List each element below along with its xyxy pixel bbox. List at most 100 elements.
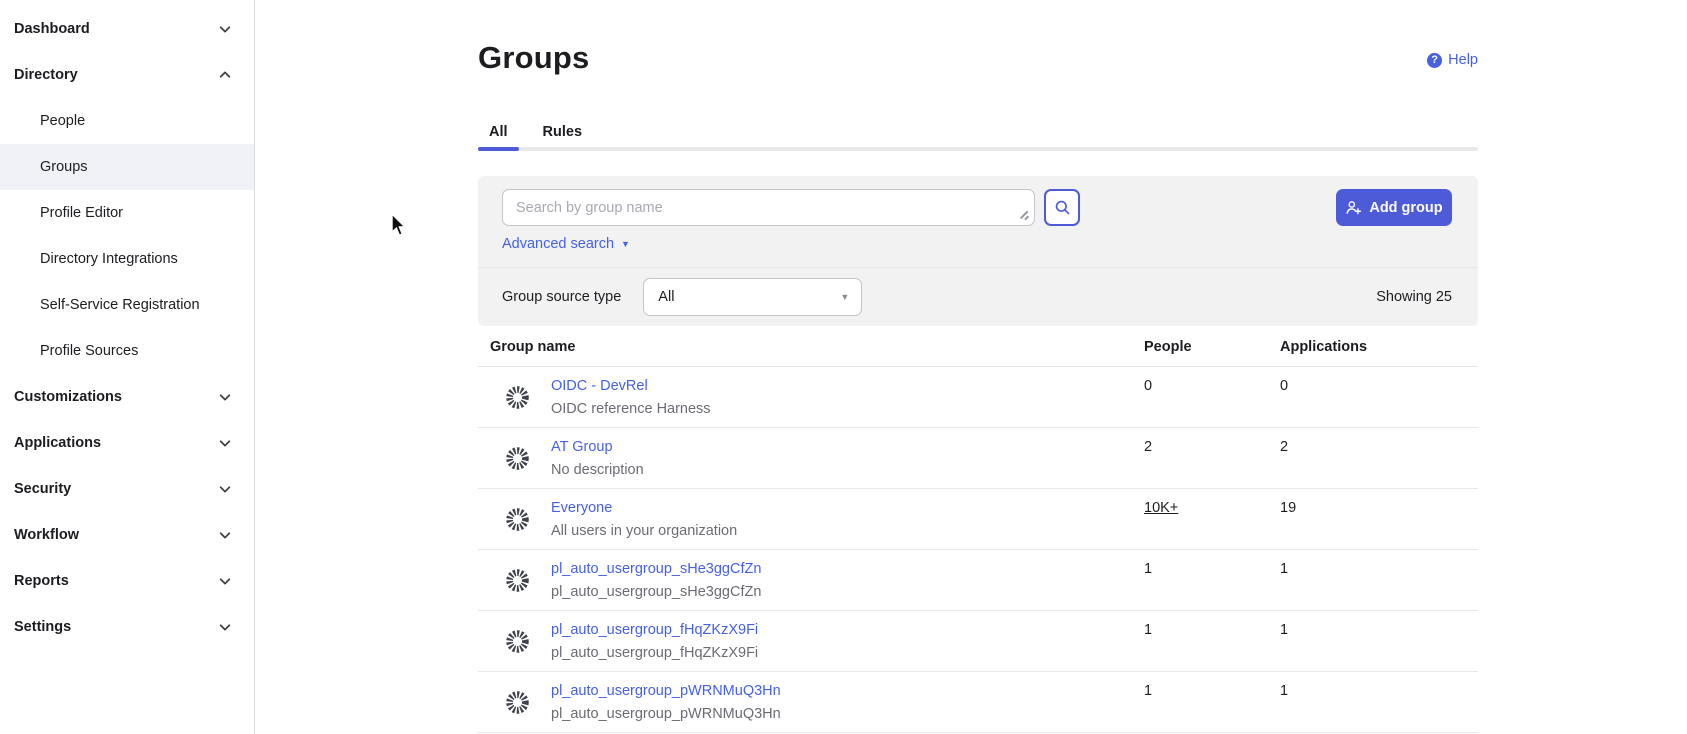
sidebar-item-label: Workflow (14, 527, 79, 543)
table-row: AT GroupNo description22 (478, 428, 1478, 489)
table-row: pl_auto_usergroup_fHqZKzX9Fi pl_auto_user… (478, 611, 1478, 672)
sidebar-item-workflow[interactable]: Workflow (0, 512, 254, 558)
sidebar-item-label: Directory (14, 67, 78, 83)
chevron-up-icon (218, 68, 232, 82)
group-icon (505, 690, 530, 715)
people-count: 1 (1144, 561, 1152, 577)
group-icon (505, 629, 530, 654)
sidebar-item-label: Reports (14, 573, 69, 589)
chevron-down-icon (218, 620, 232, 634)
group-description: pl_auto_usergroup_fHqZKzX9Fi (551, 645, 758, 661)
sidebar-item-groups[interactable]: Groups (0, 144, 254, 190)
group-name-link[interactable]: OIDC - DevRel (551, 378, 648, 394)
group-name-link[interactable]: Everyone (551, 500, 612, 516)
group-source-type-label: Group source type (502, 289, 621, 305)
people-count: 10K+ (1144, 500, 1178, 516)
tab-rules[interactable]: Rules (532, 113, 594, 151)
sidebar-item-directory[interactable]: Directory (0, 52, 254, 98)
applications-count: 19 (1280, 500, 1296, 516)
sidebar-item-customizations[interactable]: Customizations (0, 374, 254, 420)
sidebar-item-reports[interactable]: Reports (0, 558, 254, 604)
table-row: pl_auto_usergroup_sHe3ggCfZnpl_auto_user… (478, 550, 1478, 611)
help-label: Help (1448, 52, 1478, 68)
sidebar-item-label: Directory Integrations (40, 251, 178, 267)
sidebar-item-label: Groups (40, 159, 88, 175)
groups-table: Group name People Applications OIDC - De… (478, 335, 1478, 733)
group-name-link[interactable]: pl_auto_usergroup_sHe3ggCfZn (551, 561, 761, 577)
sidebar-item-label: Profile Sources (40, 343, 138, 359)
sidebar: Dashboard Directory People Groups Profile … (0, 0, 255, 734)
group-name-link[interactable]: pl_auto_usergroup_pWRNMuQ3Hn (551, 683, 781, 699)
sidebar-item-label: Self-Service Registration (40, 297, 200, 313)
table-header-row: Group name People Applications (478, 335, 1478, 367)
groups-admin-page: Dashboard Directory People Groups Profile … (0, 0, 1687, 734)
tab-bar: All Rules (478, 113, 1478, 151)
table-body: OIDC - DevRel OIDC reference Harness 0 0 AT… (478, 367, 1478, 733)
sidebar-item-profile-sources[interactable]: Profile Sources (0, 328, 254, 374)
group-icon (505, 507, 530, 532)
column-header-people: People (1144, 339, 1192, 355)
people-count: 0 (1144, 378, 1152, 394)
group-description: No description (551, 462, 644, 478)
sidebar-item-label: Settings (14, 619, 71, 635)
sidebar-item-applications[interactable]: Applications (0, 420, 254, 466)
search-section: Advanced search ▼ Add group (478, 176, 1478, 267)
column-header-group-name: Group name (490, 339, 575, 355)
people-count-link[interactable]: 10K+ (1144, 500, 1178, 516)
add-person-icon (1345, 199, 1362, 216)
sidebar-item-label: Profile Editor (40, 205, 123, 221)
table-row: pl_auto_usergroup_pWRNMuQ3Hn pl_auto_user… (478, 672, 1478, 733)
group-description: pl_auto_usergroup_pWRNMuQ3Hn (551, 706, 781, 722)
search-panel: Advanced search ▼ Add group (478, 176, 1478, 326)
group-icon (505, 568, 530, 593)
search-button[interactable] (1044, 189, 1080, 226)
sidebar-item-dashboard[interactable]: Dashboard (0, 6, 254, 52)
sidebar-item-label: Dashboard (14, 21, 90, 37)
applications-count: 1 (1280, 683, 1288, 699)
advanced-search-link[interactable]: Advanced search ▼ (502, 236, 630, 252)
sidebar-item-label: Applications (14, 435, 101, 451)
chevron-down-icon (218, 528, 232, 542)
chevron-down-icon (218, 390, 232, 404)
search-input[interactable] (502, 189, 1035, 226)
tab-all-label: All (489, 124, 508, 140)
help-link[interactable]: ? Help (1427, 52, 1478, 68)
table-row: OIDC - DevRel OIDC reference Harness 0 0 (478, 367, 1478, 428)
sidebar-item-label: Security (14, 481, 71, 497)
group-description: OIDC reference Harness (551, 401, 711, 417)
table-row: Everyone All users in your organization 10… (478, 489, 1478, 550)
group-source-type-select[interactable]: All ▼ (643, 278, 862, 316)
sidebar-item-people[interactable]: People (0, 98, 254, 144)
chevron-down-icon (218, 436, 232, 450)
group-name-link[interactable]: pl_auto_usergroup_fHqZKzX9Fi (551, 622, 758, 638)
tab-rules-label: Rules (543, 124, 583, 140)
search-icon (1054, 199, 1071, 216)
sidebar-item-security[interactable]: Security (0, 466, 254, 512)
group-description: All users in your organization (551, 523, 737, 539)
main-area: ? Help Groups All Rules (256, 0, 1687, 734)
sidebar-nav: Dashboard Directory People Groups Profile … (0, 6, 254, 650)
group-source-type-value: All (658, 289, 674, 305)
add-group-button[interactable]: Add group (1336, 189, 1452, 226)
sidebar-item-profile-editor[interactable]: Profile Editor (0, 190, 254, 236)
page-title: Groups (478, 40, 589, 76)
showing-count: Showing 25 (1376, 289, 1452, 305)
advanced-search-label: Advanced search (502, 236, 614, 252)
caret-down-icon: ▼ (840, 292, 849, 302)
sidebar-item-self-service-registration[interactable]: Self-Service Registration (0, 282, 254, 328)
help-icon: ? (1427, 53, 1442, 68)
applications-count: 2 (1280, 439, 1288, 455)
applications-count: 0 (1280, 378, 1288, 394)
tab-all[interactable]: All (478, 113, 519, 151)
group-name-link[interactable]: AT Group (551, 439, 613, 455)
add-group-label: Add group (1369, 200, 1442, 216)
sidebar-item-directory-integrations[interactable]: Directory Integrations (0, 236, 254, 282)
applications-count: 1 (1280, 561, 1288, 577)
content-area: ? Help Groups All Rules (478, 0, 1478, 734)
people-count: 1 (1144, 622, 1152, 638)
caret-down-icon: ▼ (621, 239, 630, 249)
chevron-down-icon (218, 482, 232, 496)
column-header-applications: Applications (1280, 339, 1367, 355)
applications-count: 1 (1280, 622, 1288, 638)
sidebar-item-settings[interactable]: Settings (0, 604, 254, 650)
